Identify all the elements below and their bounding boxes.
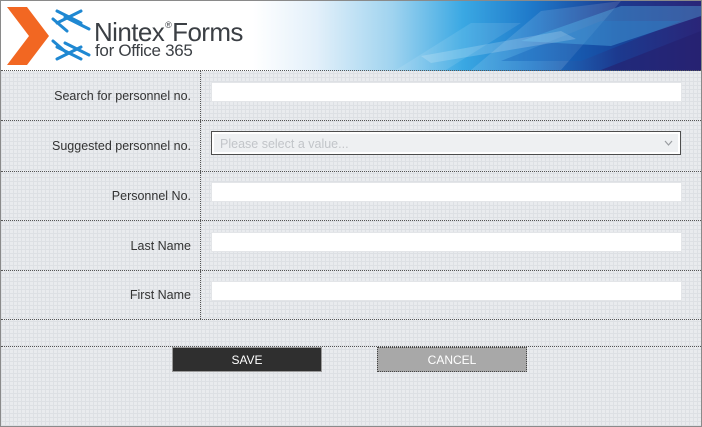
label-cell: Last Name bbox=[1, 221, 201, 270]
row-search-personnel: Search for personnel no. bbox=[1, 71, 701, 121]
label-cell: Search for personnel no. bbox=[1, 71, 201, 120]
registered-mark: ® bbox=[165, 20, 172, 30]
suggested-personnel-select[interactable]: Please select a value... bbox=[211, 131, 681, 155]
last-name-label: Last Name bbox=[130, 238, 191, 253]
suggested-personnel-label: Suggested personnel no. bbox=[52, 139, 191, 153]
row-suggested-personnel: Suggested personnel no. Please select a … bbox=[1, 121, 701, 172]
select-field: Please select a value... bbox=[214, 134, 678, 152]
first-name-input[interactable] bbox=[211, 281, 682, 301]
last-name-input[interactable] bbox=[211, 232, 682, 252]
chevron-down-icon bbox=[664, 140, 673, 146]
search-personnel-input[interactable] bbox=[211, 82, 682, 102]
cancel-button[interactable]: CANCEL bbox=[377, 347, 527, 372]
nintex-logo-icon bbox=[7, 7, 91, 65]
label-cell: Suggested personnel no. bbox=[1, 121, 201, 171]
first-name-label: First Name bbox=[129, 288, 191, 302]
personnel-no-input[interactable] bbox=[211, 182, 682, 202]
search-personnel-label: Search for personnel no. bbox=[54, 88, 191, 103]
empty-row bbox=[1, 320, 701, 347]
label-cell: First Name bbox=[1, 271, 201, 319]
header-banner: Nintex®Forms for Office 365 bbox=[1, 1, 701, 71]
row-personnel-no: Personnel No. bbox=[1, 172, 701, 221]
personnel-no-label: Personnel No. bbox=[111, 189, 191, 203]
save-button[interactable]: SAVE bbox=[172, 347, 322, 372]
label-cell: Personnel No. bbox=[1, 172, 201, 220]
form-canvas: Nintex®Forms for Office 365 Search for p… bbox=[0, 0, 702, 427]
select-placeholder: Please select a value... bbox=[220, 137, 349, 151]
brand-subtitle: for Office 365 bbox=[95, 41, 193, 60]
row-first-name: First Name bbox=[1, 271, 701, 320]
row-last-name: Last Name bbox=[1, 221, 701, 271]
